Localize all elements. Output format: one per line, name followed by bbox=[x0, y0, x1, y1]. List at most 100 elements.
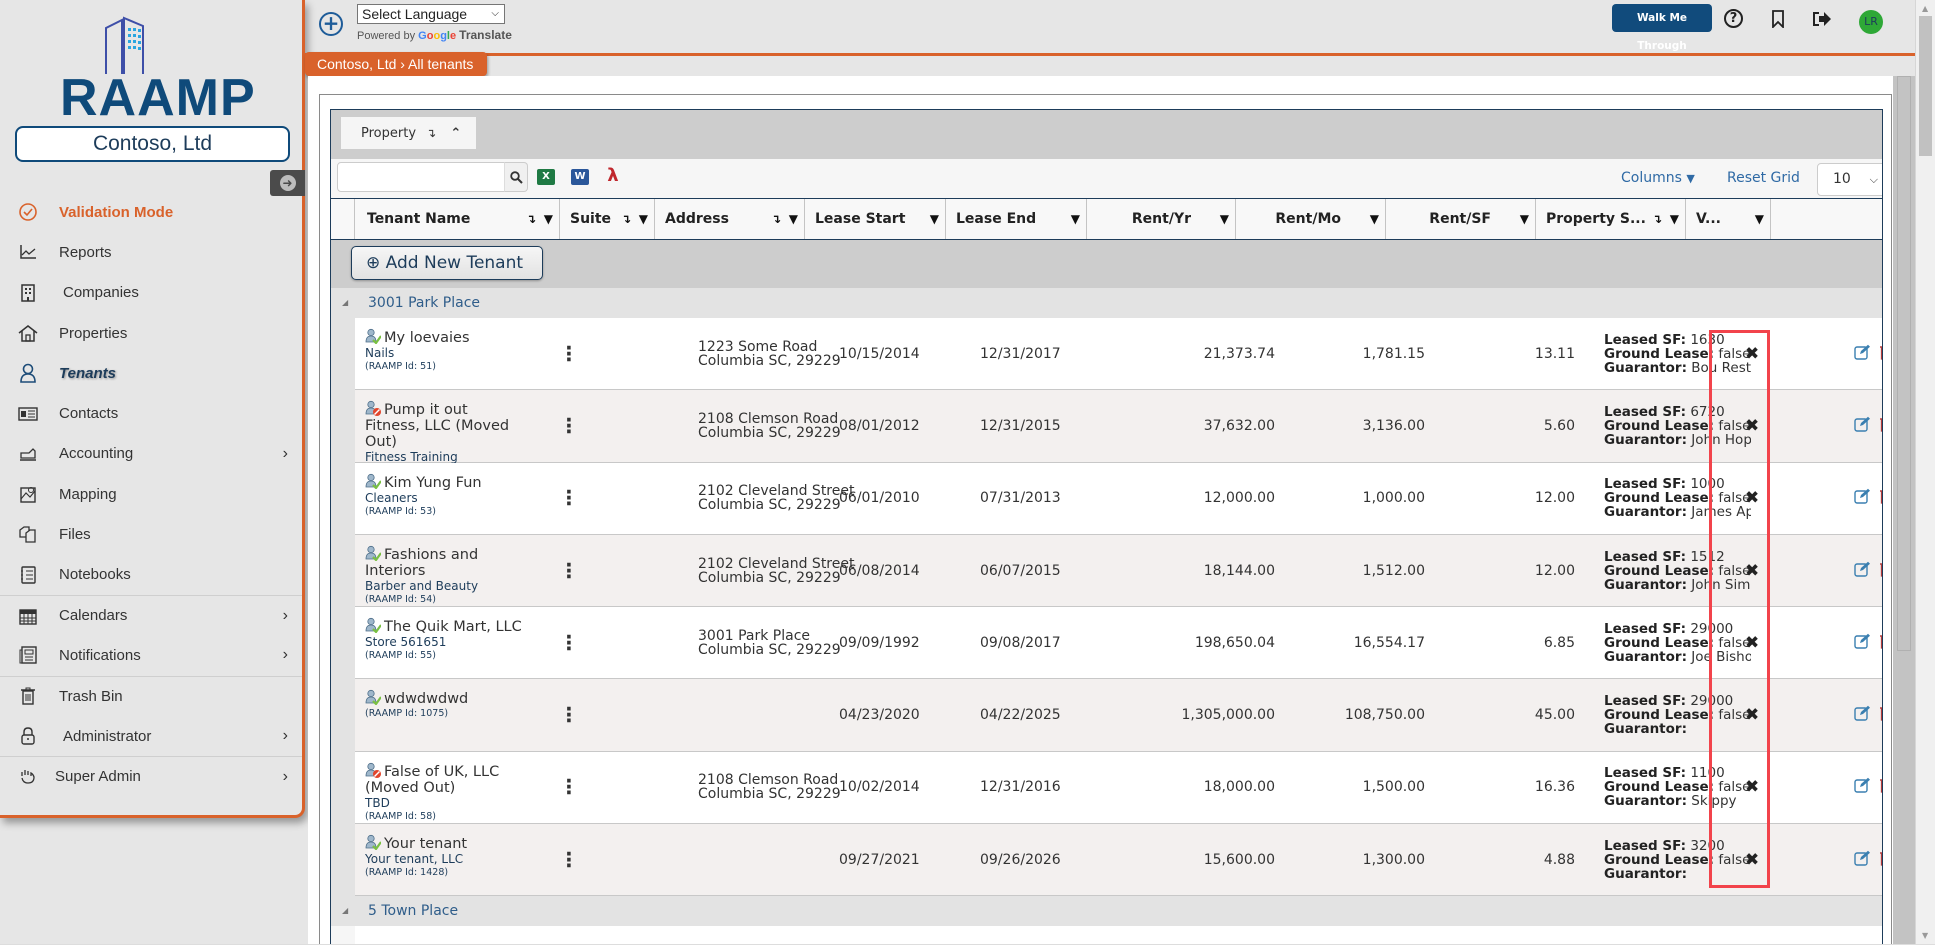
table-row[interactable]: Fashions and Interiors Barber and Beauty(… bbox=[355, 534, 1882, 608]
tenant-name[interactable]: Your tenant bbox=[365, 834, 525, 852]
sort-icon[interactable]: ↴ bbox=[621, 199, 631, 239]
more-actions-icon[interactable]: ⋮ bbox=[559, 343, 579, 363]
page-scrollbar[interactable]: ▲ ▼ bbox=[1915, 0, 1935, 944]
delete-icon[interactable] bbox=[1879, 633, 1882, 653]
edit-icon[interactable] bbox=[1854, 344, 1871, 364]
sidebar-item-notifications[interactable]: Notifications › bbox=[0, 635, 302, 675]
edit-icon[interactable] bbox=[1854, 705, 1871, 725]
filter-icon[interactable]: ▼ bbox=[789, 199, 798, 239]
filter-icon[interactable]: ▼ bbox=[544, 199, 553, 239]
edit-icon[interactable] bbox=[1854, 777, 1871, 797]
user-avatar[interactable]: LR bbox=[1859, 10, 1883, 34]
columns-menu-button[interactable]: Columns ▼ bbox=[1621, 170, 1695, 186]
table-row[interactable]: Pump it out Fitness, LLC (Moved Out) Fitn… bbox=[355, 390, 1882, 476]
more-actions-icon[interactable]: ⋮ bbox=[559, 560, 579, 580]
delete-icon[interactable] bbox=[1879, 488, 1882, 508]
filter-icon[interactable]: ▼ bbox=[1071, 199, 1080, 239]
sort-icon[interactable]: ↴ bbox=[1652, 199, 1662, 239]
column-header-rent-sf[interactable]: Rent/SF ▼ bbox=[1386, 199, 1536, 239]
sidebar-item-validation-mode[interactable]: Validation Mode bbox=[0, 192, 302, 232]
sign-out-icon[interactable] bbox=[1811, 8, 1833, 30]
sidebar-item-super-admin[interactable]: Super Admin › bbox=[0, 756, 302, 796]
add-new-tenant-button[interactable]: ⊕ Add New Tenant bbox=[351, 246, 543, 280]
filter-icon[interactable]: ▼ bbox=[1670, 199, 1679, 239]
delete-icon[interactable] bbox=[1879, 777, 1882, 797]
quick-add-button[interactable]: + bbox=[319, 12, 343, 36]
tenant-name[interactable]: Fashions and Interiors bbox=[365, 545, 525, 579]
tenant-name[interactable]: My loevaies bbox=[365, 328, 525, 346]
column-header-address[interactable]: Address ↴ ▼ bbox=[655, 199, 805, 239]
table-row[interactable]: False of UK, LLC (Moved Out) TBD (RAAMP Id… bbox=[355, 751, 1882, 825]
table-row[interactable]: The Quik Mart, LLC Store 561651 (RAAMP Id:… bbox=[355, 607, 1882, 680]
tenant-name[interactable]: Pump it out Fitness, LLC (Moved Out) bbox=[365, 400, 525, 450]
column-header-tenant-name[interactable]: Tenant Name ↴ ▼ bbox=[355, 199, 560, 239]
column-header-suite[interactable]: Suite ↴ ▼ bbox=[560, 199, 655, 239]
pdf-export-icon[interactable]: λ bbox=[604, 167, 622, 185]
sidebar-item-administrator[interactable]: Administrator › bbox=[0, 716, 302, 756]
search-input[interactable] bbox=[337, 162, 505, 192]
excel-export-icon[interactable]: X bbox=[537, 169, 555, 185]
chevron-up-icon[interactable]: ⌃ bbox=[450, 126, 461, 141]
language-select[interactable]: Select Language ⌵ bbox=[357, 4, 505, 24]
table-row[interactable]: wdwdwdwd (RAAMP Id: 1075) ⋮ 04/23/2020 04/22… bbox=[355, 679, 1882, 752]
content-scrollbar[interactable] bbox=[1893, 76, 1915, 944]
more-actions-icon[interactable]: ⋮ bbox=[559, 415, 579, 435]
sidebar-item-calendars[interactable]: Calendars › bbox=[0, 594, 302, 635]
column-header-lease-end[interactable]: Lease End ▼ bbox=[946, 199, 1087, 239]
edit-icon[interactable] bbox=[1854, 561, 1871, 581]
filter-icon[interactable]: ▼ bbox=[639, 199, 648, 239]
tenant-name[interactable]: False of UK, LLC (Moved Out) bbox=[365, 762, 525, 796]
sidebar-item-reports[interactable]: Reports bbox=[0, 232, 302, 272]
column-header-rent-yr[interactable]: Rent/Yr ▼ bbox=[1087, 199, 1236, 239]
group-chip-property[interactable]: Property ↴ ⌃ bbox=[341, 117, 476, 149]
sidebar-item-accounting[interactable]: Accounting › bbox=[0, 434, 302, 474]
scroll-down-arrow-icon[interactable]: ▼ bbox=[1922, 931, 1928, 940]
column-header-lease-start[interactable]: Lease Start ▼ bbox=[805, 199, 946, 239]
delete-icon[interactable] bbox=[1879, 416, 1882, 436]
sidebar-item-companies[interactable]: Companies bbox=[0, 273, 302, 313]
more-actions-icon[interactable]: ⋮ bbox=[559, 705, 579, 725]
edit-icon[interactable] bbox=[1854, 850, 1871, 870]
filter-icon[interactable]: ▼ bbox=[1755, 199, 1764, 239]
help-icon[interactable]: ? bbox=[1724, 9, 1743, 28]
delete-icon[interactable] bbox=[1879, 850, 1882, 870]
table-row[interactable]: My loevaies Nails (RAAMP Id: 51) ⋮ 1223 Some… bbox=[355, 318, 1882, 391]
filter-icon[interactable]: ▼ bbox=[930, 199, 939, 239]
sidebar-item-trash-bin[interactable]: Trash Bin bbox=[0, 675, 302, 716]
group-header-row[interactable]: ◢ 3001 Park Place bbox=[331, 288, 1882, 318]
sort-icon[interactable]: ↴ bbox=[771, 199, 781, 239]
scrollbar-thumb[interactable] bbox=[1897, 76, 1911, 651]
sidebar-item-contacts[interactable]: Contacts bbox=[0, 393, 302, 433]
edit-icon[interactable] bbox=[1854, 416, 1871, 436]
sidebar-item-notebooks[interactable]: Notebooks bbox=[0, 555, 302, 595]
tenant-name[interactable]: Kim Yung Fun bbox=[365, 473, 525, 491]
filter-icon[interactable]: ▼ bbox=[1370, 199, 1379, 239]
edit-icon[interactable] bbox=[1854, 633, 1871, 653]
table-row[interactable]: Kim Yung Fun Cleaners (RAAMP Id: 53) ⋮ 2102 … bbox=[355, 462, 1882, 535]
sidebar-item-properties[interactable]: Properties bbox=[0, 313, 302, 353]
walk-me-through-button[interactable]: Walk Me Through bbox=[1612, 4, 1712, 52]
breadcrumb[interactable]: Contoso, Ltd › All tenants bbox=[305, 52, 488, 76]
google-logo[interactable]: Google bbox=[418, 30, 456, 42]
tenant-name[interactable]: The Quik Mart, LLC bbox=[365, 617, 525, 635]
search-button[interactable] bbox=[504, 162, 528, 192]
table-row[interactable]: Your tenant Your tenant, LLC (RAAMP Id: 14… bbox=[355, 824, 1882, 897]
sidebar-item-files[interactable]: Files bbox=[0, 514, 302, 554]
delete-icon[interactable] bbox=[1879, 561, 1882, 581]
more-actions-icon[interactable]: ⋮ bbox=[559, 777, 579, 797]
more-actions-icon[interactable]: ⋮ bbox=[559, 632, 579, 652]
collapse-triangle-icon[interactable]: ◢ bbox=[342, 288, 348, 318]
column-header-validated[interactable]: V... ▼ bbox=[1686, 199, 1771, 239]
more-actions-icon[interactable]: ⋮ bbox=[559, 849, 579, 869]
sort-icon[interactable]: ↴ bbox=[526, 199, 536, 239]
sidebar-item-mapping[interactable]: Mapping bbox=[0, 474, 302, 514]
sidebar-item-tenants[interactable]: Tenants bbox=[0, 353, 302, 393]
page-scrollbar-thumb[interactable] bbox=[1919, 16, 1932, 156]
more-actions-icon[interactable]: ⋮ bbox=[559, 488, 579, 508]
page-size-select[interactable]: 10 ⌵ bbox=[1817, 163, 1882, 196]
column-header-property-stats[interactable]: Property S... ↴ ▼ bbox=[1536, 199, 1686, 239]
reset-grid-link[interactable]: Reset Grid bbox=[1727, 170, 1800, 186]
company-name[interactable]: Contoso, Ltd bbox=[15, 126, 290, 162]
filter-icon[interactable]: ▼ bbox=[1220, 199, 1229, 239]
sort-icon[interactable]: ↴ bbox=[426, 126, 436, 140]
